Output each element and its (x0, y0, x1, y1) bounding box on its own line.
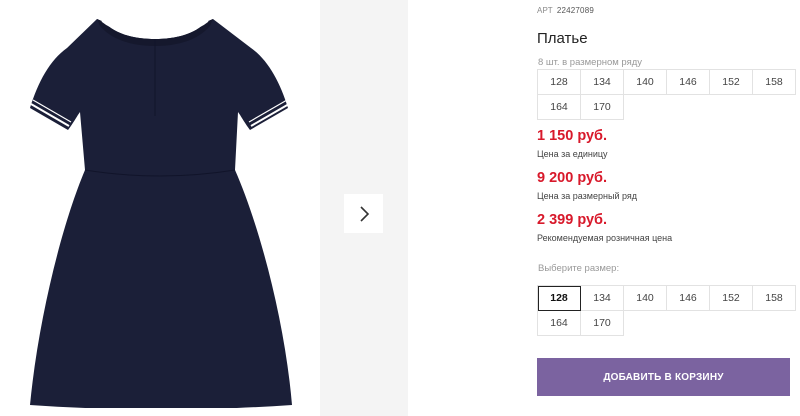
dress-image (30, 17, 292, 408)
pack-size-cell: 134 (581, 70, 624, 95)
chevron-right-icon (359, 205, 369, 222)
pack-size-cell: 170 (581, 95, 624, 120)
size-option-selected[interactable]: 128 (538, 286, 581, 311)
size-option[interactable]: 152 (710, 286, 753, 311)
article-label: АРТ (537, 6, 553, 15)
retail-price-label: Рекомендуемая розничная цена (537, 233, 673, 243)
choose-size-label: Выберите размер: (538, 263, 620, 274)
gallery-next-image (320, 0, 408, 416)
size-option[interactable]: 146 (667, 286, 710, 311)
product-image-main (0, 0, 318, 416)
pack-size-grid: 128 134 140 146 152 158 164 170 (537, 69, 796, 120)
article-value: 22427089 (556, 6, 595, 15)
pack-size-cell: 128 (538, 70, 581, 95)
pack-size-cell: 146 (667, 70, 710, 95)
size-selector: 128 134 140 146 152 158 164 170 (537, 285, 796, 336)
size-option[interactable]: 134 (581, 286, 624, 311)
pack-size-cell: 152 (710, 70, 753, 95)
unit-price-label: Цена за единицу (537, 149, 608, 159)
size-option[interactable]: 140 (624, 286, 667, 311)
article-number: АРТ 22427089 (537, 6, 594, 15)
size-option[interactable]: 170 (581, 311, 624, 336)
pack-size-cell: 158 (753, 70, 796, 95)
size-option[interactable]: 164 (538, 311, 581, 336)
pack-size-cell: 140 (624, 70, 667, 95)
gallery-next-button[interactable] (344, 194, 383, 233)
product-title: Платье (537, 30, 588, 47)
pack-price: 9 200 руб. (537, 170, 608, 186)
retail-price: 2 399 руб. (537, 212, 608, 228)
unit-price: 1 150 руб. (537, 128, 608, 144)
size-option[interactable]: 158 (753, 286, 796, 311)
pack-price-label: Цена за размерный ряд (537, 191, 638, 201)
add-to-cart-button[interactable]: ДОБАВИТЬ В КОРЗИНУ (537, 358, 790, 396)
pack-size-cell: 164 (538, 95, 581, 120)
pack-label: 8 шт. в размерном ряду (538, 57, 643, 68)
